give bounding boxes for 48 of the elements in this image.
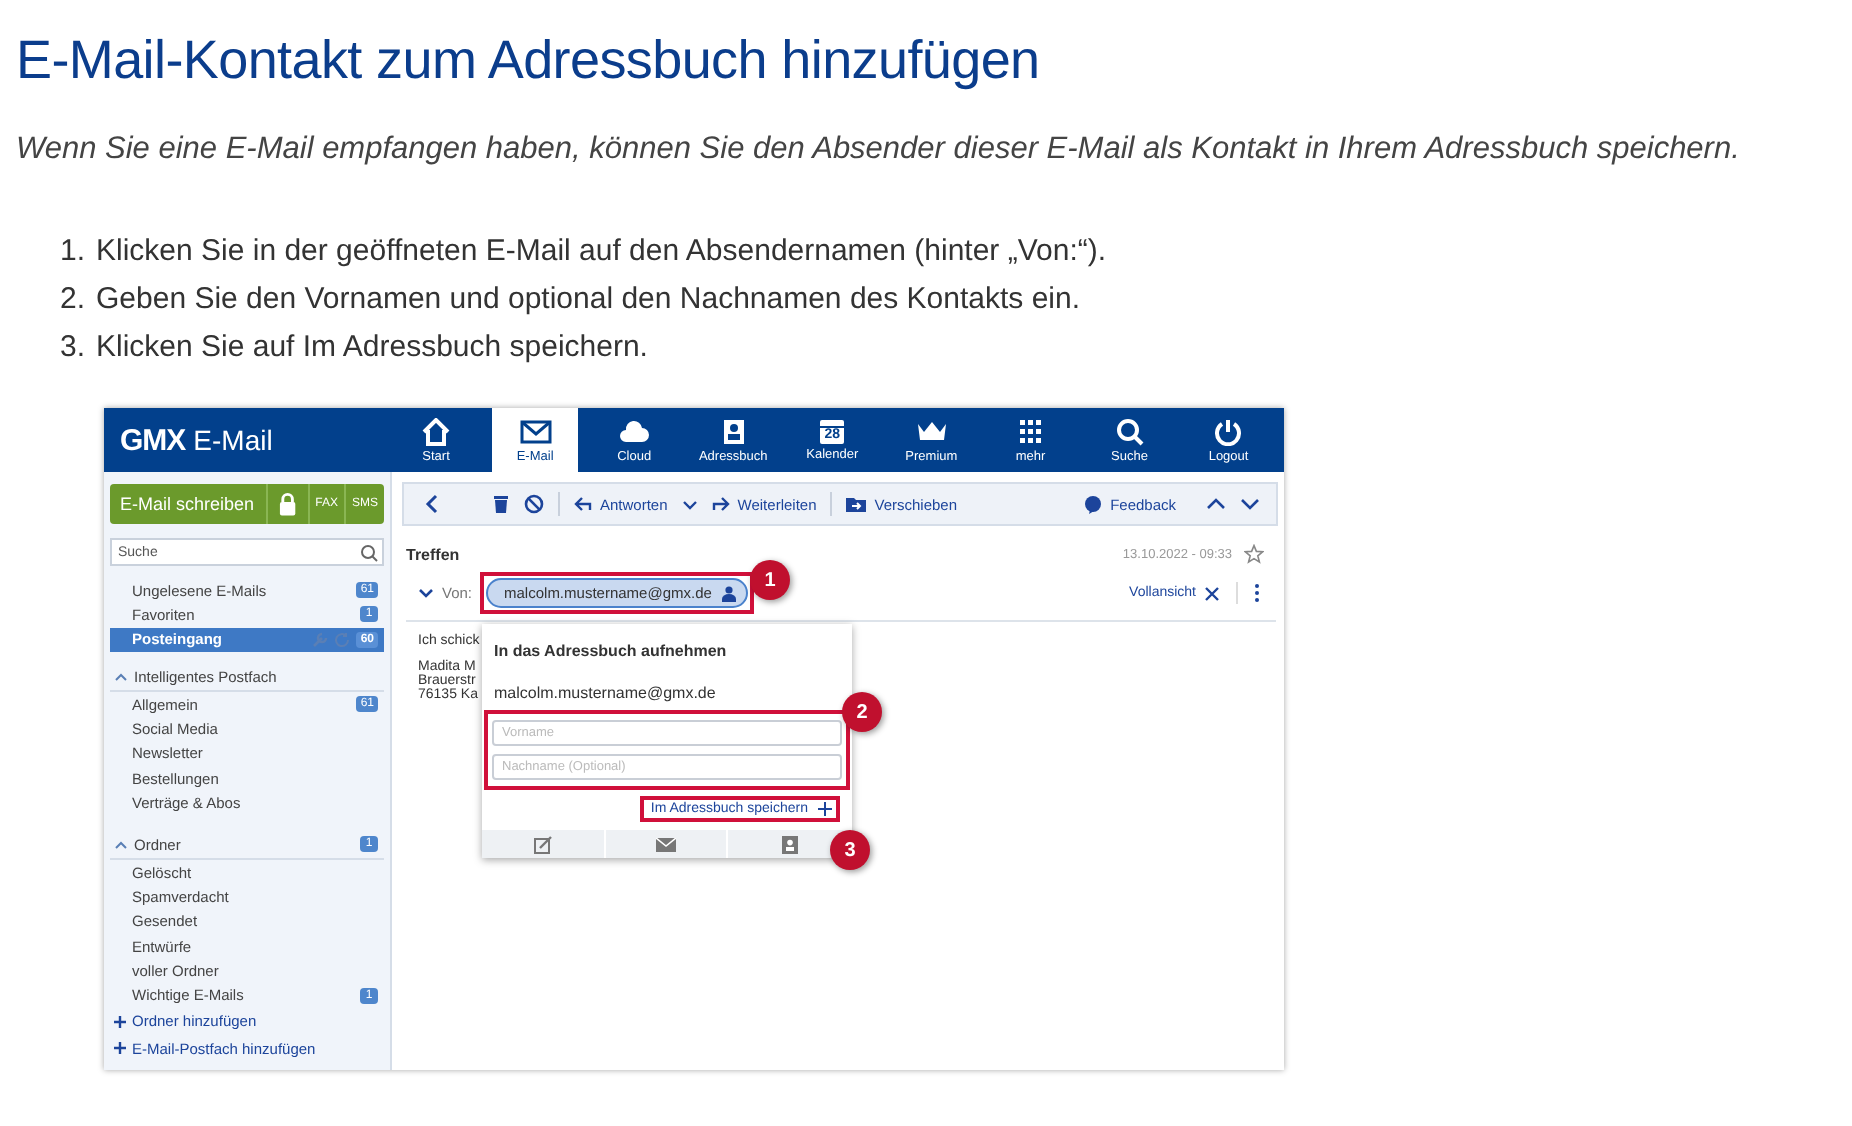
- page-title: E-Mail-Kontakt zum Adressbuch hinzufügen: [16, 28, 1042, 94]
- popup-title: In das Adressbuch aufnehmen: [492, 640, 729, 660]
- grid-icon: [1014, 417, 1047, 445]
- step-number: 3.: [60, 328, 88, 368]
- address-book-icon[interactable]: [781, 835, 798, 853]
- step-callout: 1: [750, 560, 790, 600]
- search-icon: [360, 543, 378, 561]
- plus-icon: [114, 1042, 126, 1055]
- plus-icon: [818, 802, 832, 816]
- dropdown-chevron-icon[interactable]: [681, 499, 698, 509]
- expand-chevron-icon[interactable]: [418, 588, 434, 598]
- forward-arrow-icon: [711, 496, 730, 512]
- step-callout: 2: [842, 692, 882, 732]
- cloud-icon: [618, 417, 651, 445]
- envelope-icon: [519, 417, 552, 445]
- envelope-icon[interactable]: [656, 837, 676, 851]
- email-subject: Treffen: [406, 545, 462, 563]
- speech-bubble-icon: [1084, 495, 1103, 513]
- step-callout: 3: [830, 830, 870, 870]
- close-icon[interactable]: [1204, 585, 1220, 601]
- star-icon[interactable]: [1244, 544, 1264, 564]
- step-number: 2.: [60, 280, 88, 320]
- crown-icon: [915, 417, 948, 445]
- brand-logo: GMX: [120, 423, 186, 457]
- back-chevron-icon[interactable]: [424, 494, 438, 514]
- intro-text: Wenn Sie eine E-Mail empfangen haben, können Sie den Absender dieser E-Mail als Kontakt in Ihrem Adressbuch speichern.: [16, 132, 1742, 168]
- person-icon: [721, 585, 736, 601]
- block-icon[interactable]: [524, 494, 544, 514]
- plus-icon: [114, 1015, 126, 1028]
- chevron-icon: [114, 839, 128, 850]
- step-text: Klicken Sie in der geöffneten E-Mail auf den Absendernamen (hinter „Von:“).: [96, 232, 1107, 272]
- more-options-icon[interactable]: [1254, 584, 1260, 602]
- edit-icon[interactable]: [533, 835, 552, 853]
- step-text: Klicken Sie auf Im Adressbuch speichern.: [96, 328, 648, 368]
- lock-icon: [278, 492, 298, 516]
- step-text: Geben Sie den Vornamen und optional den Nachnamen des Kontakts ein.: [96, 280, 1081, 320]
- chevron-icon: [114, 671, 128, 682]
- house-icon: [420, 417, 453, 445]
- up-chevron-icon[interactable]: [1206, 498, 1226, 510]
- trash-icon[interactable]: [492, 494, 510, 514]
- product-name: E-Mail: [193, 424, 273, 456]
- reply-arrow-icon: [574, 496, 592, 512]
- step-number: 1.: [60, 232, 88, 272]
- down-chevron-icon[interactable]: [1240, 498, 1260, 510]
- search-icon: [1113, 417, 1146, 445]
- power-icon: [1212, 417, 1245, 445]
- folder-arrow-icon: [846, 496, 867, 512]
- contact-email: malcolm.mustername@gmx.de: [492, 682, 718, 706]
